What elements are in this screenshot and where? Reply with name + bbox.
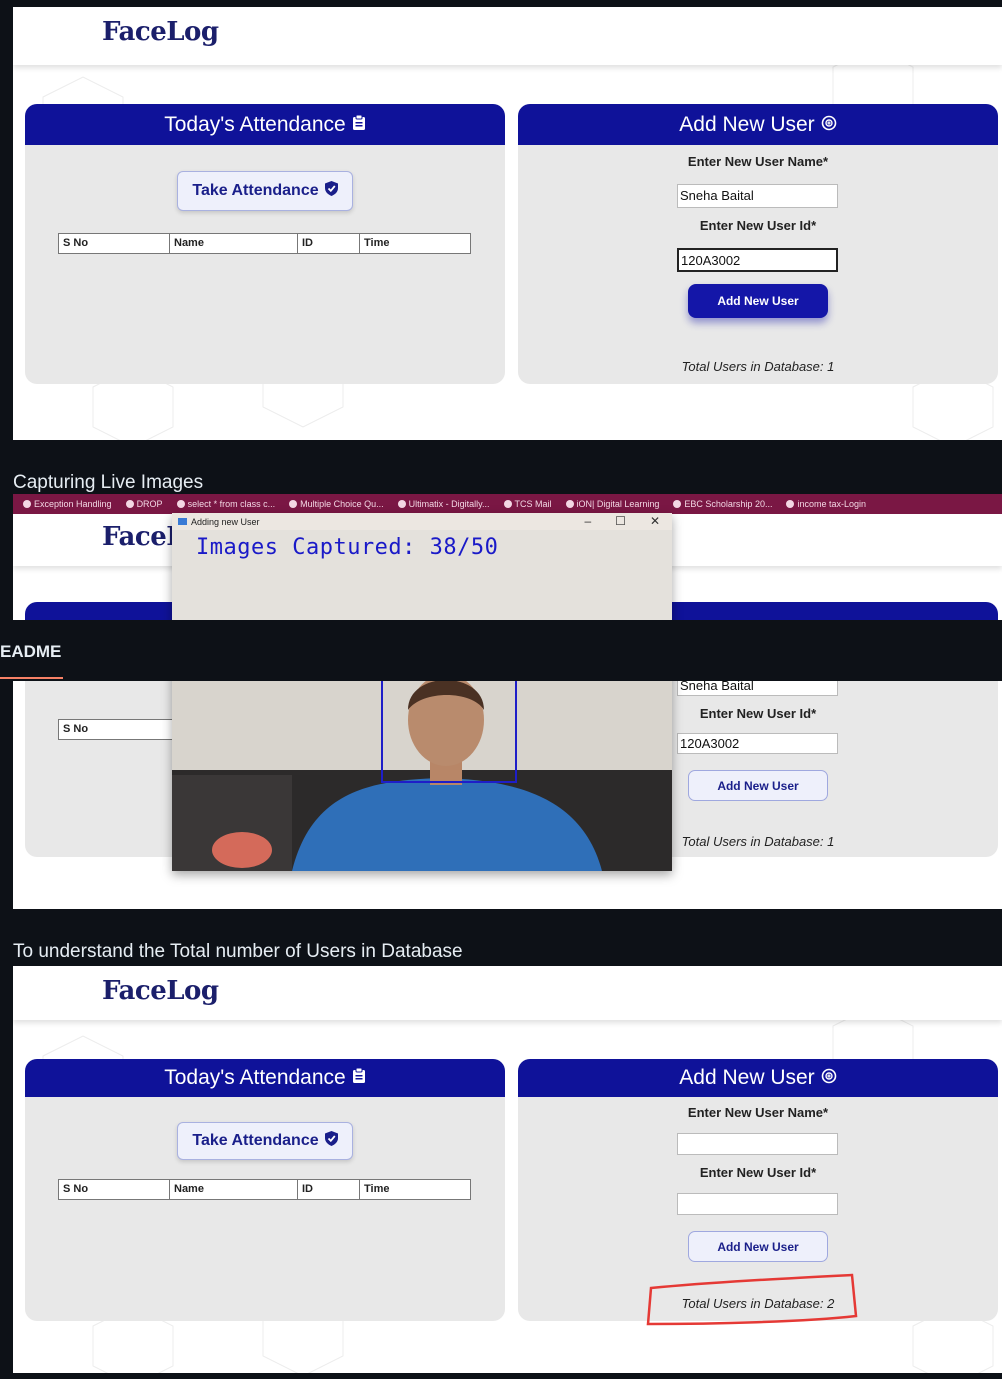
attendance-panel: Today's Attendance Take Attendance S No … (25, 1059, 505, 1321)
user-name-input[interactable]: Sneha Baital (677, 184, 838, 208)
logo: FaceLog (102, 976, 219, 1006)
bookmark[interactable]: EBC Scholarship 20... (673, 499, 772, 509)
close-icon[interactable]: ✕ (650, 513, 660, 530)
total-users-text: Total Users in Database: 2 (681, 1296, 835, 1311)
readme-tab[interactable]: EADME (0, 642, 61, 662)
take-attendance-button[interactable]: Take Attendance (177, 171, 353, 211)
minimize-icon[interactable]: – (584, 513, 591, 530)
window-title: Adding new User (191, 516, 260, 527)
add-new-user-button[interactable]: Add New User (688, 284, 828, 318)
camera-capture-window[interactable]: Adding new User – ☐ ✕ Images Captured: 3… (172, 513, 672, 871)
bookmark[interactable]: select * from class c... (176, 499, 275, 509)
name-field-label: Enter New User Name* (687, 1105, 829, 1120)
add-new-user-button[interactable]: Add New User (688, 1231, 828, 1262)
attendance-title: Today's Attendance (164, 112, 346, 136)
shield-check-icon (324, 1131, 338, 1151)
add-user-title: Add New User (679, 112, 815, 136)
clipboard-icon (352, 1066, 366, 1090)
screenshot-attendance-form: FaceLog Today's Attendance Take Attendan… (13, 7, 1002, 440)
column-header: Time (364, 1183, 390, 1195)
bookmark[interactable]: iON| Digital Learning (565, 499, 659, 509)
images-captured-counter: Images Captured: 38/50 (196, 535, 499, 560)
take-attendance-label: Take Attendance (192, 1132, 319, 1149)
total-users-text: Total Users in Database: 1 (681, 359, 835, 374)
attendance-table-header: S No Name ID Time (58, 1179, 471, 1200)
logo: FaceLog (102, 17, 219, 47)
active-tab-underline (0, 677, 63, 679)
add-circle-icon (821, 113, 837, 137)
add-user-panel: Add New User Enter New User Name* Sneha … (518, 104, 998, 384)
bookmark[interactable]: DROP (125, 499, 163, 509)
attendance-title: Today's Attendance (164, 1066, 346, 1089)
add-user-title: Add New User (679, 1066, 815, 1089)
take-attendance-label: Take Attendance (192, 182, 319, 199)
brand-header: FaceLog (13, 966, 1002, 1020)
camera-feed (172, 530, 672, 871)
add-user-panel: Add New User Enter New User Name* Enter … (518, 1059, 998, 1321)
attendance-table-header: S No Name ID Time (58, 233, 471, 254)
column-header: S No (59, 1180, 170, 1199)
shield-check-icon (324, 181, 338, 201)
user-id-input[interactable]: 120A3002 (677, 733, 838, 754)
bookmark[interactable]: Exception Handling (23, 499, 112, 509)
user-name-input[interactable] (677, 1133, 838, 1155)
attendance-table-header: S No (58, 719, 173, 740)
attendance-panel: Today's Attendance Take Attendance S No … (25, 104, 505, 384)
column-header: S No (63, 723, 89, 735)
attendance-panel-header: Today's Attendance (25, 1059, 505, 1097)
screenshot-total-users: FaceLog Today's Attendance Take Attendan… (13, 966, 1002, 1373)
bookmark[interactable]: Ultimatix - Digitally... (397, 499, 490, 509)
brand-header: FaceLog (13, 7, 1002, 65)
add-user-panel-header: Add New User (518, 1059, 998, 1097)
caption-total-users: To understand the Total number of Users … (13, 941, 463, 962)
column-header: Time (364, 237, 390, 249)
add-user-panel-header: Add New User (518, 104, 998, 145)
bookmark[interactable]: Multiple Choice Qu... (289, 499, 384, 509)
app-icon (178, 518, 187, 525)
bookmark[interactable]: income tax-Login (786, 499, 866, 509)
bookmark[interactable]: TCS Mail (503, 499, 552, 509)
user-id-input[interactable] (677, 1193, 838, 1215)
column-header: Name (170, 234, 298, 253)
add-new-user-button[interactable]: Add New User (688, 770, 828, 801)
take-attendance-button[interactable]: Take Attendance (177, 1122, 353, 1160)
clipboard-icon (352, 113, 366, 137)
id-field-label: Enter New User Id* (699, 1165, 817, 1180)
maximize-icon[interactable]: ☐ (615, 513, 626, 530)
column-header: ID (298, 234, 360, 253)
column-header: ID (298, 1180, 360, 1199)
column-header: S No (59, 234, 170, 253)
attendance-panel-header: Today's Attendance (25, 104, 505, 145)
name-field-label: Enter New User Name* (687, 154, 829, 169)
browser-bookmarks-bar: Exception Handling DROP select * from cl… (13, 494, 1002, 514)
caption-capturing: Capturing Live Images (13, 472, 204, 493)
column-header: Name (170, 1180, 298, 1199)
add-circle-icon (821, 1066, 837, 1090)
id-field-label: Enter New User Id* (699, 218, 817, 233)
user-id-input[interactable]: 120A3002 (677, 248, 838, 272)
readme-tab-strip: EADME (0, 620, 1002, 681)
window-controls: – ☐ ✕ (584, 513, 660, 530)
